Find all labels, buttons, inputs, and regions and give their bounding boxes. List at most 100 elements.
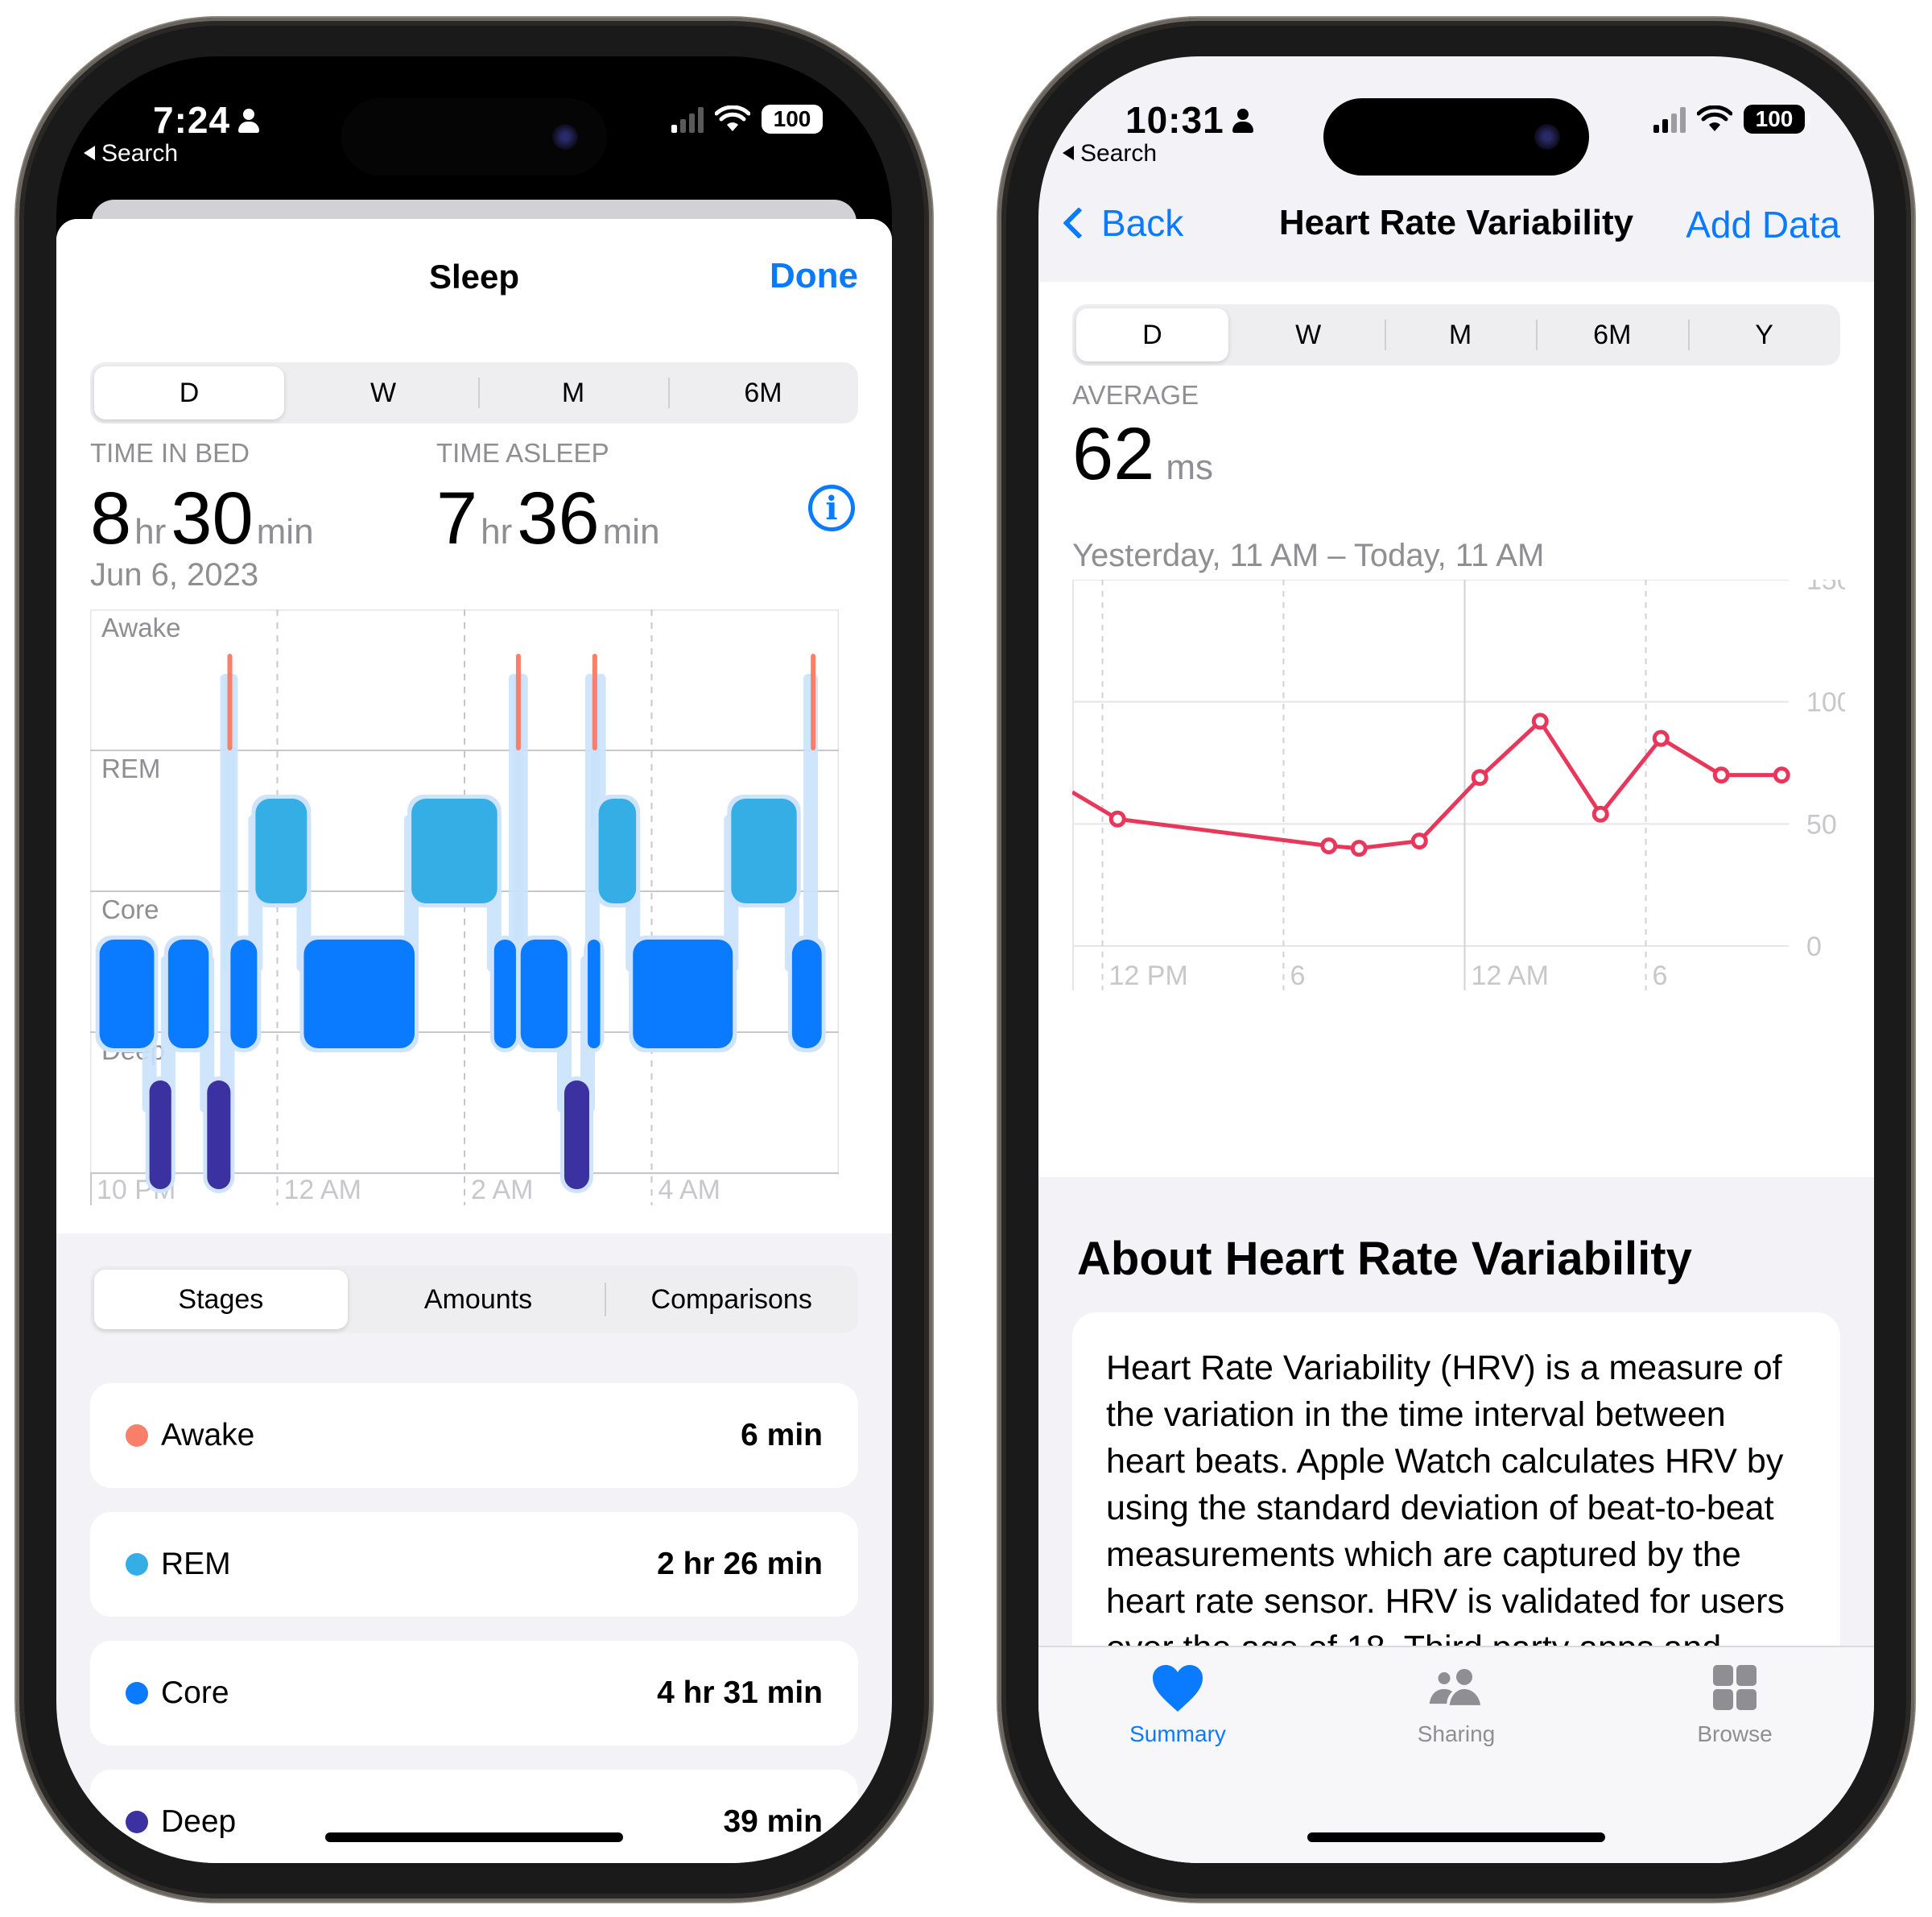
y-tick-label: 150 bbox=[1806, 580, 1845, 596]
hrv-data-point bbox=[1773, 766, 1790, 784]
range-tab-m[interactable]: M bbox=[1384, 304, 1537, 366]
grid-icon bbox=[1713, 1665, 1757, 1710]
range-tab-w[interactable]: W bbox=[288, 362, 478, 423]
back-to-search-link[interactable]: Search bbox=[1063, 140, 1157, 167]
cellular-signal-icon bbox=[1653, 105, 1686, 133]
range-segmented-control: D W M 6M Y bbox=[1072, 304, 1840, 366]
hrv-line bbox=[1072, 719, 1782, 851]
hrv-screen: 10:31 Search 100 Back Heart Rate Variabi… bbox=[1038, 56, 1874, 1863]
view-tab-stages[interactable]: Stages bbox=[94, 1270, 348, 1329]
range-tab-6m[interactable]: 6M bbox=[668, 362, 858, 423]
sleep-segment-rem bbox=[731, 799, 797, 903]
sleep-segment-core bbox=[791, 940, 822, 1048]
sleep-segment-core bbox=[588, 940, 601, 1048]
back-triangle-icon bbox=[1063, 146, 1074, 160]
average-value: 62 ms bbox=[1072, 413, 1213, 495]
stage-row-rem[interactable]: REM 2 hr 26 min bbox=[90, 1512, 858, 1617]
range-segmented-control: D W M 6M bbox=[90, 362, 858, 423]
hrv-data-point bbox=[1591, 805, 1609, 823]
range-tab-d[interactable]: D bbox=[94, 366, 284, 419]
view-segmented-control: Stages Amounts Comparisons bbox=[90, 1266, 858, 1333]
right-phone: 10:31 Search 100 Back Heart Rate Variabi… bbox=[998, 18, 1914, 1902]
hrv-data-point bbox=[1531, 713, 1549, 730]
sleep-segment-core bbox=[633, 940, 733, 1048]
view-tab-comparisons[interactable]: Comparisons bbox=[605, 1266, 858, 1333]
range-tab-d[interactable]: D bbox=[1076, 308, 1228, 362]
y-tick-label: 0 bbox=[1806, 932, 1822, 962]
sleep-sheet: Sleep Done D W M 6M TIME IN BED 8hr30min… bbox=[56, 219, 892, 1863]
stage-list: Awake 6 min REM 2 hr 26 min Core 4 hr 31 mi… bbox=[90, 1383, 858, 1863]
range-tab-m[interactable]: M bbox=[478, 362, 668, 423]
person-icon bbox=[238, 109, 260, 134]
stage-row-awake[interactable]: Awake 6 min bbox=[90, 1383, 858, 1488]
y-tick-label: 50 bbox=[1806, 809, 1837, 840]
y-tick-label: 100 bbox=[1806, 688, 1845, 718]
back-triangle-icon bbox=[84, 146, 95, 160]
view-tab-amounts[interactable]: Amounts bbox=[352, 1266, 605, 1333]
time-asleep-label: TIME ASLEEP bbox=[436, 438, 609, 468]
sleep-segment-core bbox=[230, 940, 258, 1048]
status-time: 7:24 bbox=[153, 99, 231, 141]
rem-dot-icon bbox=[126, 1553, 148, 1576]
tab-browse[interactable]: Browse bbox=[1596, 1663, 1874, 1863]
sleep-segment-core bbox=[520, 940, 568, 1048]
left-phone: 7:24 Search 100 Sleep Done D W M 6M TIME bbox=[16, 18, 932, 1902]
sleep-segment-deep bbox=[207, 1080, 231, 1189]
sleep-segment-awake bbox=[592, 654, 597, 750]
sleep-segment-awake bbox=[227, 654, 233, 750]
sleep-segment-awake bbox=[811, 654, 816, 750]
wifi-icon bbox=[715, 105, 750, 131]
heart-icon bbox=[1153, 1665, 1203, 1712]
wifi-icon bbox=[1697, 105, 1732, 131]
x-tick-label: 12 AM bbox=[1472, 961, 1549, 991]
hrv-data-point bbox=[1471, 769, 1488, 787]
sleep-segment-awake bbox=[515, 654, 521, 750]
home-indicator[interactable] bbox=[1307, 1832, 1605, 1842]
stage-row-core[interactable]: Core 4 hr 31 min bbox=[90, 1641, 858, 1746]
hrv-data-point bbox=[1410, 832, 1428, 850]
back-to-search-link[interactable]: Search bbox=[84, 140, 178, 167]
awake-dot-icon bbox=[126, 1424, 148, 1447]
navigation-bar: Back Heart Rate Variability Add Data bbox=[1038, 185, 1874, 282]
hrv-data-point bbox=[1320, 837, 1338, 855]
core-dot-icon bbox=[126, 1682, 148, 1704]
hrv-line-chart[interactable]: 0 50 100 150 12 PM 6 12 AM 6 bbox=[1072, 580, 1845, 1014]
status-time: 10:31 bbox=[1125, 99, 1224, 141]
home-indicator[interactable] bbox=[325, 1832, 623, 1842]
row-label: REM bbox=[101, 754, 160, 783]
sleep-segment-rem bbox=[598, 799, 637, 903]
sleep-segment-core bbox=[99, 940, 155, 1048]
battery-indicator: 100 bbox=[1744, 105, 1810, 134]
cellular-signal-icon bbox=[671, 105, 704, 133]
range-tab-w[interactable]: W bbox=[1232, 304, 1385, 366]
hrv-data-point bbox=[1712, 766, 1730, 784]
status-bar: 10:31 Search 100 bbox=[1038, 56, 1874, 185]
status-bar: 7:24 Search 100 bbox=[56, 56, 892, 185]
sleep-screen: 7:24 Search 100 Sleep Done D W M 6M TIME bbox=[56, 56, 892, 1863]
done-button[interactable]: Done bbox=[770, 256, 858, 296]
add-data-button[interactable]: Add Data bbox=[1686, 203, 1840, 246]
tab-summary[interactable]: Summary bbox=[1038, 1663, 1317, 1863]
tab-bar: Summary Sharing Browse bbox=[1038, 1646, 1874, 1863]
battery-indicator: 100 bbox=[762, 105, 828, 134]
sleep-segment-deep bbox=[564, 1080, 589, 1189]
range-tab-6m[interactable]: 6M bbox=[1536, 304, 1688, 366]
time-in-bed-label: TIME IN BED bbox=[90, 438, 250, 468]
range-tab-y[interactable]: Y bbox=[1688, 304, 1840, 366]
time-in-bed-value: 8hr30min bbox=[90, 477, 314, 560]
average-label: AVERAGE bbox=[1072, 380, 1199, 410]
sleep-date: Jun 6, 2023 bbox=[90, 557, 259, 593]
sleep-segment-core bbox=[493, 940, 516, 1048]
hrv-data-point bbox=[1108, 810, 1126, 828]
person-icon bbox=[1232, 109, 1253, 134]
dynamic-island bbox=[1323, 98, 1589, 176]
x-tick-label: 6 bbox=[1290, 961, 1306, 991]
date-range: Yesterday, 11 AM – Today, 11 AM bbox=[1072, 538, 1545, 573]
sleep-segment-core bbox=[303, 940, 415, 1048]
row-label: Awake bbox=[101, 613, 180, 642]
info-circle-icon[interactable]: i bbox=[808, 485, 855, 531]
sleep-stages-chart[interactable]: 10 PM12 AM2 AM4 AMAwakeREMCoreDeep bbox=[90, 609, 839, 1205]
hrv-data-point bbox=[1350, 840, 1368, 857]
stage-row-deep[interactable]: Deep 39 min bbox=[90, 1770, 858, 1863]
sleep-segment-rem bbox=[255, 799, 308, 903]
